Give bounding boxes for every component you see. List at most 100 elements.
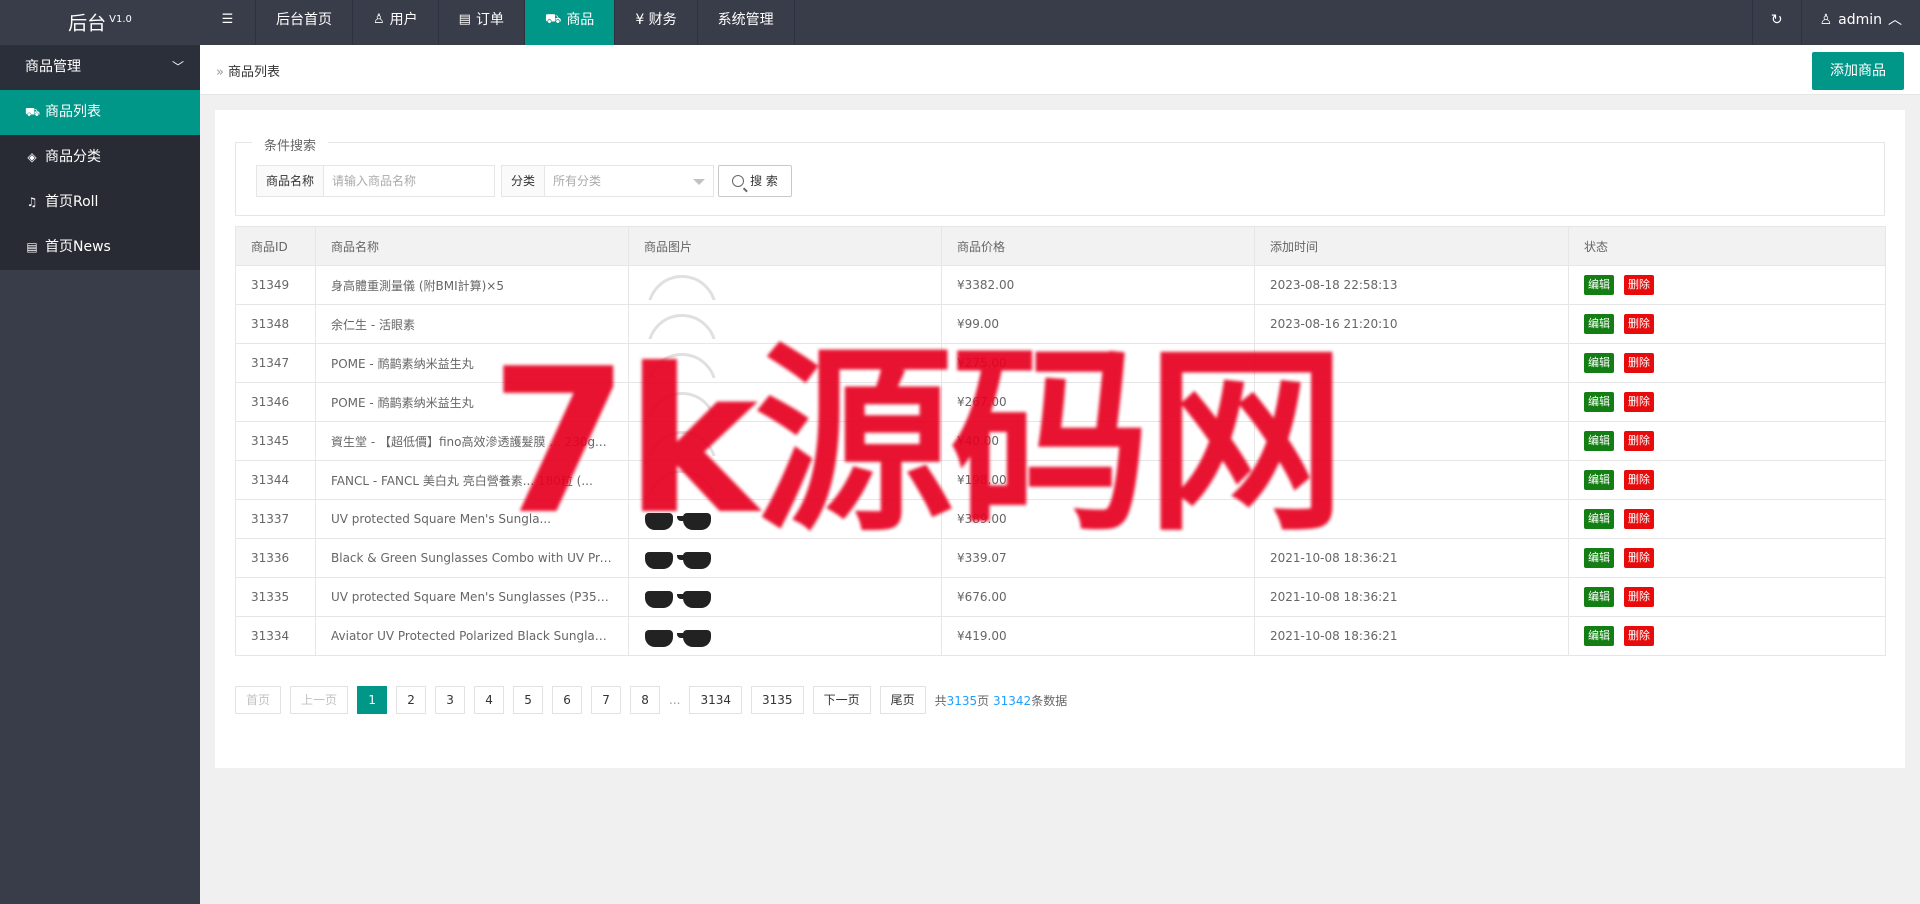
product-thumbnail[interactable] (641, 543, 719, 573)
refresh-icon: ↻ (1770, 12, 1783, 28)
user-menu[interactable]: ♙ admin ︿ (1800, 0, 1920, 45)
page-8-button[interactable]: 8 (630, 686, 661, 714)
edit-button[interactable]: 编辑 (1584, 587, 1614, 607)
sidebar-toggle-button[interactable]: ☰ (200, 0, 256, 45)
edit-button[interactable]: 编辑 (1584, 548, 1614, 568)
cart-icon: ⛟ (544, 12, 562, 27)
brand-name: 后台 (68, 12, 107, 35)
cell-actions: 编辑 删除 (1568, 343, 1886, 383)
header-status[interactable]: 状态 (1568, 226, 1886, 266)
delete-button[interactable]: 删除 (1624, 626, 1654, 646)
delete-button[interactable]: 删除 (1624, 470, 1654, 490)
nav-users-label: 用户 (389, 12, 418, 28)
page-3-button[interactable]: 3 (435, 686, 466, 714)
header-id[interactable]: 商品ID (235, 226, 316, 266)
product-thumbnail[interactable] (641, 582, 719, 612)
cell-actions: 编辑 删除 (1568, 616, 1886, 656)
cell-image (628, 460, 942, 500)
delete-button[interactable]: 删除 (1624, 431, 1654, 451)
edit-button[interactable]: 编辑 (1584, 392, 1614, 412)
nav-orders[interactable]: ▤ 订单 (439, 0, 525, 45)
edit-button[interactable]: 编辑 (1584, 353, 1614, 373)
header-name[interactable]: 商品名称 (315, 226, 629, 266)
edit-button[interactable]: 编辑 (1584, 626, 1614, 646)
product-thumbnail[interactable] (641, 465, 719, 495)
sidebar-item-product-list[interactable]: ⛟ 商品列表 (0, 90, 200, 135)
category-select[interactable]: 所有分类 (545, 166, 713, 196)
edit-button[interactable]: 编辑 (1584, 509, 1614, 529)
header-time[interactable]: 添加时间 (1254, 226, 1569, 266)
delete-button[interactable]: 删除 (1624, 392, 1654, 412)
nav-users[interactable]: ♙ 用户 (353, 0, 439, 45)
page-4-button[interactable]: 4 (474, 686, 505, 714)
product-thumbnail[interactable] (641, 621, 719, 651)
cell-price: ¥389.00 (941, 499, 1255, 539)
page-7-button[interactable]: 7 (591, 686, 622, 714)
sidebar-item-product-category[interactable]: ◈ 商品分类 (0, 135, 200, 180)
cell-id: 31347 (235, 343, 316, 383)
bell-icon: ♫ (26, 195, 38, 209)
sidebar-item-home-roll[interactable]: ♫ 首页Roll (0, 180, 200, 225)
page-info: 共3135页 31342条数据 (935, 692, 1068, 709)
name-search-input[interactable]: 请输入商品名称 (324, 166, 494, 196)
product-thumbnail[interactable] (641, 504, 719, 534)
delete-button[interactable]: 删除 (1624, 275, 1654, 295)
refresh-button[interactable]: ↻ (1751, 0, 1801, 45)
page-5-button[interactable]: 5 (513, 686, 544, 714)
cell-id: 31336 (235, 538, 316, 578)
delete-button[interactable]: 删除 (1624, 353, 1654, 373)
search-button-label: 搜 索 (750, 174, 778, 188)
add-product-button[interactable]: 添加商品 (1812, 52, 1904, 90)
page-ellipsis: ... (669, 693, 681, 707)
cell-name: UV protected Square Men's Sungla... (315, 499, 629, 539)
product-thumbnail[interactable] (641, 270, 719, 300)
page-current[interactable]: 1 (357, 686, 388, 714)
row-actions: 编辑 删除 (1584, 431, 1870, 451)
hamburger-icon: ☰ (221, 12, 234, 27)
page-3134-button[interactable]: 3134 (689, 686, 743, 714)
table-row: 31344 FANCL - FANCL 美白丸 亮白營養素... 180粒 (..… (235, 460, 1886, 500)
page-prev-button[interactable]: 上一页 (290, 686, 349, 714)
nav-system[interactable]: 系统管理 (698, 0, 795, 45)
product-thumbnail[interactable] (641, 426, 719, 456)
row-actions: 编辑 删除 (1584, 509, 1870, 529)
cell-time: 2021-10-08 18:36:21 (1254, 616, 1569, 656)
cell-actions: 编辑 删除 (1568, 499, 1886, 539)
cell-name: Black & Green Sunglasses Combo with UV P… (315, 538, 629, 578)
delete-button[interactable]: 删除 (1624, 548, 1654, 568)
page-2-button[interactable]: 2 (396, 686, 427, 714)
cell-actions: 编辑 删除 (1568, 382, 1886, 422)
product-thumbnail[interactable] (641, 387, 719, 417)
sidebar-item-label: 商品列表 (45, 104, 101, 120)
nav-finance[interactable]: ¥ 财务 (615, 0, 698, 45)
delete-button[interactable]: 删除 (1624, 314, 1654, 334)
search-button[interactable]: 搜 索 (718, 165, 792, 197)
cell-image (628, 499, 942, 539)
cell-id: 31345 (235, 421, 316, 461)
sidebar-item-home-news[interactable]: ▤ 首页News (0, 225, 200, 270)
cell-id: 31344 (235, 460, 316, 500)
product-thumbnail[interactable] (641, 348, 719, 378)
edit-button[interactable]: 编辑 (1584, 431, 1614, 451)
page-first-button[interactable]: 首页 (235, 686, 282, 714)
nav-orders-label: 订单 (475, 12, 504, 28)
edit-button[interactable]: 编辑 (1584, 470, 1614, 490)
delete-button[interactable]: 删除 (1624, 509, 1654, 529)
delete-button[interactable]: 删除 (1624, 587, 1654, 607)
nav-products[interactable]: ⛟ 商品 (524, 0, 616, 45)
cell-name: 資生堂 - 【超低價】fino高效滲透護髮膜 ... 230g... (315, 421, 629, 461)
page-next-button[interactable]: 下一页 (812, 686, 871, 714)
sidebar-group-products[interactable]: 商品管理 ﹀ (0, 45, 200, 90)
page-last-button[interactable]: 尾页 (879, 686, 926, 714)
page-6-button[interactable]: 6 (552, 686, 583, 714)
header-image[interactable]: 商品图片 (628, 226, 942, 266)
table-row: 31336 Black & Green Sunglasses Combo with… (235, 538, 1886, 578)
page-3135-button[interactable]: 3135 (751, 686, 804, 714)
edit-button[interactable]: 编辑 (1584, 275, 1614, 295)
edit-button[interactable]: 编辑 (1584, 314, 1614, 334)
header-price[interactable]: 商品价格 (941, 226, 1255, 266)
nav-home[interactable]: 后台首页 (256, 0, 353, 45)
cell-id: 31334 (235, 616, 316, 656)
product-thumbnail[interactable] (641, 309, 719, 339)
nav-home-label: 后台首页 (276, 12, 332, 28)
